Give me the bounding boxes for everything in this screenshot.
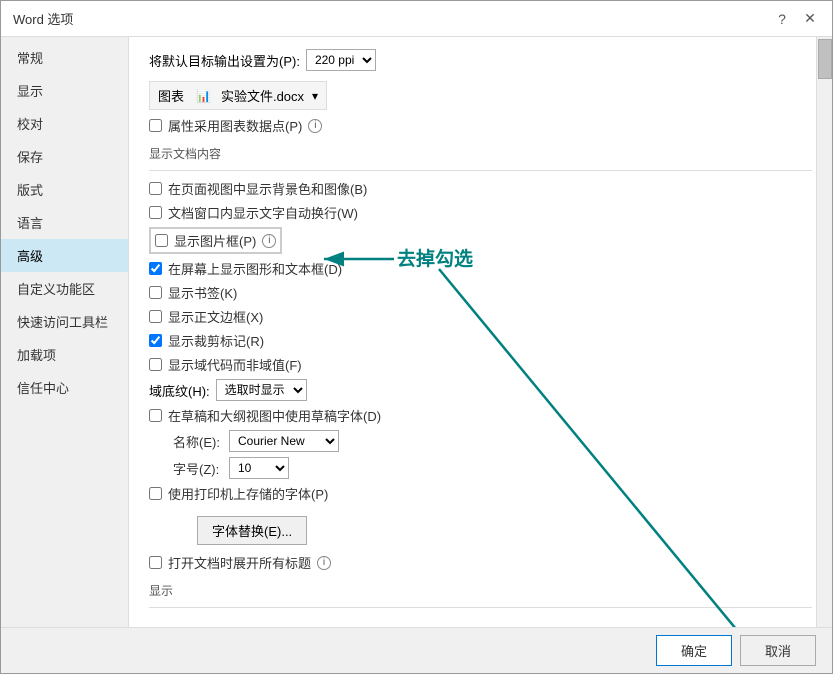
cb3-row: 显示图片框(P) i — [149, 227, 282, 254]
cb8-label: 显示域代码而非域值(F) — [168, 355, 302, 374]
ppi-label: 将默认目标输出设置为(P): — [149, 51, 300, 70]
cb1-label: 在页面视图中显示背景色和图像(B) — [168, 179, 367, 198]
cb8-row: 显示域代码而非域值(F) — [149, 355, 812, 374]
sidebar-item-quick-access[interactable]: 快速访问工具栏 — [1, 305, 128, 338]
dialog-title: Word 选项 — [13, 9, 73, 28]
cb7-label: 显示裁剪标记(R) — [168, 331, 264, 350]
sidebar-item-addins[interactable]: 加载项 — [1, 338, 128, 371]
cb3-label: 显示图片框(P) — [174, 231, 256, 250]
chart-file: 实验文件.docx — [221, 86, 304, 105]
cb10-row: 使用打印机上存储的字体(P) — [149, 484, 812, 503]
field-shading-row: 域底纹(H): 选取时显示 — [149, 379, 812, 401]
cb3-info-icon: i — [262, 234, 276, 248]
field-shading-select[interactable]: 选取时显示 — [216, 379, 307, 401]
ok-button[interactable]: 确定 — [656, 635, 732, 666]
cb11-wrap: 打开文档时展开所有标题 i — [149, 553, 331, 572]
chart-checkbox-row: 属性采用图表数据点(P) i — [149, 116, 812, 135]
cb9-checkbox[interactable] — [149, 409, 162, 422]
chart-label: 图表 — [158, 86, 184, 105]
cb11-info-icon: i — [317, 556, 331, 570]
close-button[interactable]: ✕ — [800, 9, 820, 29]
field-shading-label: 域底纹(H): — [149, 381, 210, 400]
cb4-checkbox[interactable] — [149, 262, 162, 275]
cb1-wrap: 在页面视图中显示背景色和图像(B) — [149, 179, 367, 198]
title-controls: ? ✕ — [772, 9, 820, 29]
sidebar-item-layout[interactable]: 版式 — [1, 173, 128, 206]
cb11-row: 打开文档时展开所有标题 i — [149, 553, 812, 572]
cb3-checkbox[interactable] — [155, 234, 168, 247]
cb5-wrap: 显示书签(K) — [149, 283, 237, 302]
cb3-wrap: 显示图片框(P) i — [155, 231, 276, 250]
sidebar-item-trust-center[interactable]: 信任中心 — [1, 371, 128, 404]
cb4-row: 在屏幕上显示图形和文本框(D) — [149, 259, 812, 278]
cb9-wrap: 在草稿和大纲视图中使用草稿字体(D) — [149, 406, 381, 425]
cb11-label: 打开文档时展开所有标题 — [168, 553, 311, 572]
font-size-row: 字号(Z): 10 — [173, 457, 812, 479]
cb10-label: 使用打印机上存储的字体(P) — [168, 484, 328, 503]
chart-checkbox-label: 属性采用图表数据点(P) — [168, 116, 302, 135]
cb11-checkbox[interactable] — [149, 556, 162, 569]
ppi-row: 将默认目标输出设置为(P): 220 ppi — [149, 49, 812, 71]
title-bar: Word 选项 ? ✕ — [1, 1, 832, 37]
cb4-label: 在屏幕上显示图形和文本框(D) — [168, 259, 342, 278]
content-area: 常规 显示 校对 保存 版式 语言 高级 自定义功能区 快速访问工具栏 加载项 … — [1, 37, 832, 627]
cb1-checkbox[interactable] — [149, 182, 162, 195]
font-name-row: 名称(E): Courier New — [173, 430, 812, 452]
cb2-label: 文档窗口内显示文字自动换行(W) — [168, 203, 358, 222]
cb1-row: 在页面视图中显示背景色和图像(B) — [149, 179, 812, 198]
sidebar-item-language[interactable]: 语言 — [1, 206, 128, 239]
sidebar-item-display[interactable]: 显示 — [1, 74, 128, 107]
cb5-label: 显示书签(K) — [168, 283, 237, 302]
bottom-bar: 确定 取消 — [1, 627, 832, 673]
chart-row: 图表 📊 实验文件.docx ▾ — [149, 81, 327, 110]
scrollbar[interactable] — [816, 37, 832, 627]
main-content: 将默认目标输出设置为(P): 220 ppi 图表 📊 实验文件.docx ▾ … — [129, 37, 832, 627]
cb4-wrap: 在屏幕上显示图形和文本框(D) — [149, 259, 342, 278]
cb5-checkbox[interactable] — [149, 286, 162, 299]
cb7-row: 显示裁剪标记(R) — [149, 331, 812, 350]
doc-content-section-label: 显示文档内容 — [149, 145, 812, 164]
cb2-checkbox[interactable] — [149, 206, 162, 219]
cb6-wrap: 显示正文边框(X) — [149, 307, 263, 326]
cb6-checkbox[interactable] — [149, 310, 162, 323]
cb2-wrap: 文档窗口内显示文字自动换行(W) — [149, 203, 358, 222]
cb10-checkbox[interactable] — [149, 487, 162, 500]
font-replace-button[interactable]: 字体替换(E)... — [197, 516, 307, 545]
chart-checkbox[interactable] — [149, 119, 162, 132]
font-name-select[interactable]: Courier New — [229, 430, 339, 452]
help-button[interactable]: ? — [772, 9, 792, 29]
cb8-checkbox[interactable] — [149, 358, 162, 371]
cb9-label: 在草稿和大纲视图中使用草稿字体(D) — [168, 406, 381, 425]
cb7-wrap: 显示裁剪标记(R) — [149, 331, 264, 350]
cb9-row: 在草稿和大纲视图中使用草稿字体(D) — [149, 406, 812, 425]
font-name-label: 名称(E): — [173, 432, 221, 451]
display-divider — [149, 607, 812, 608]
sidebar-item-save[interactable]: 保存 — [1, 140, 128, 173]
sidebar: 常规 显示 校对 保存 版式 语言 高级 自定义功能区 快速访问工具栏 加载项 … — [1, 37, 129, 627]
cancel-button[interactable]: 取消 — [740, 635, 816, 666]
dialog: Word 选项 ? ✕ 常规 显示 校对 保存 版式 语言 高级 自定义功能区 … — [0, 0, 833, 674]
font-size-label: 字号(Z): — [173, 459, 221, 478]
ppi-select[interactable]: 220 ppi — [306, 49, 376, 71]
cb8-wrap: 显示域代码而非域值(F) — [149, 355, 302, 374]
font-replace-row: 字体替换(E)... — [173, 508, 812, 545]
doc-content-divider — [149, 170, 812, 171]
font-size-select[interactable]: 10 — [229, 457, 289, 479]
display-section-label: 显示 — [149, 582, 812, 601]
sidebar-item-customize-ribbon[interactable]: 自定义功能区 — [1, 272, 128, 305]
cb7-checkbox[interactable] — [149, 334, 162, 347]
cb10-wrap: 使用打印机上存储的字体(P) — [149, 484, 328, 503]
cb2-row: 文档窗口内显示文字自动换行(W) — [149, 203, 812, 222]
sidebar-item-advanced[interactable]: 高级 — [1, 239, 128, 272]
cb5-row: 显示书签(K) — [149, 283, 812, 302]
cb6-row: 显示正文边框(X) — [149, 307, 812, 326]
sidebar-item-general[interactable]: 常规 — [1, 41, 128, 74]
scrollbar-thumb[interactable] — [818, 39, 832, 79]
chart-info-icon: i — [308, 119, 322, 133]
chart-checkbox-wrap: 属性采用图表数据点(P) i — [149, 116, 322, 135]
cb6-label: 显示正文边框(X) — [168, 307, 263, 326]
sidebar-item-proofing[interactable]: 校对 — [1, 107, 128, 140]
